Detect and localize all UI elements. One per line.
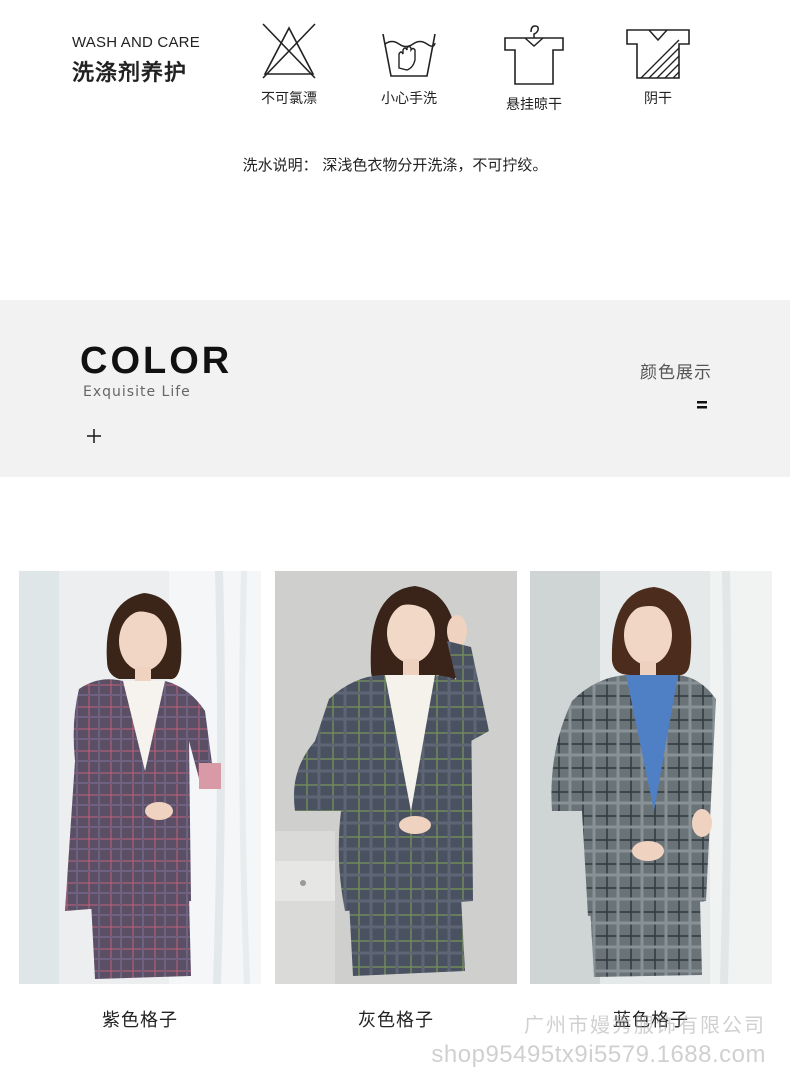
model-purple-plaid-image <box>19 571 261 984</box>
color-banner: COLOR Exquisite Life 颜色展示 <box>0 300 790 477</box>
model-gray-plaid-image <box>275 571 517 984</box>
care-item-no-bleach: 不可氯漂 <box>244 20 334 108</box>
product-photo-blue[interactable] <box>530 571 772 984</box>
model-blue-plaid-image <box>530 571 772 984</box>
no-bleach-icon <box>262 23 316 79</box>
product-caption-gray: 灰色格子 <box>358 1010 434 1031</box>
watermark-shop-url: shop95495tx9i5579.1688.com <box>431 1041 766 1068</box>
color-subtitle: Exquisite Life <box>83 384 191 400</box>
care-item-hang-dry: 悬挂晾干 <box>489 24 579 114</box>
care-title-block: WASH AND CARE 洗涤剂养护 <box>72 34 200 87</box>
shade-dry-icon <box>626 29 690 79</box>
care-label: 悬挂晾干 <box>506 97 562 113</box>
product-photo-purple[interactable] <box>19 571 261 984</box>
color-title: COLOR <box>80 340 233 382</box>
care-label: 小心手洗 <box>381 91 437 107</box>
hand-wash-icon <box>382 33 436 77</box>
watermark-company: 广州市嫚秀服饰有限公司 <box>524 1013 766 1037</box>
product-photo-gray[interactable] <box>275 571 517 984</box>
care-title-cn: 洗涤剂养护 <box>72 61 188 86</box>
care-title-en: WASH AND CARE <box>72 34 200 51</box>
hang-dry-icon <box>504 25 564 85</box>
care-item-hand-wash: 小心手洗 <box>364 30 454 108</box>
care-item-shade-dry: 阴干 <box>613 26 703 108</box>
color-label-cn: 颜色展示 <box>640 363 712 383</box>
care-label: 阴干 <box>644 91 672 107</box>
care-label: 不可氯漂 <box>261 91 317 107</box>
product-caption-purple: 紫色格子 <box>102 1010 178 1031</box>
equal-icon <box>697 401 707 409</box>
plus-icon <box>87 429 101 443</box>
wash-instructions: 洗水说明： 深浅色衣物分开洗涤，不可拧绞。 <box>242 156 548 174</box>
